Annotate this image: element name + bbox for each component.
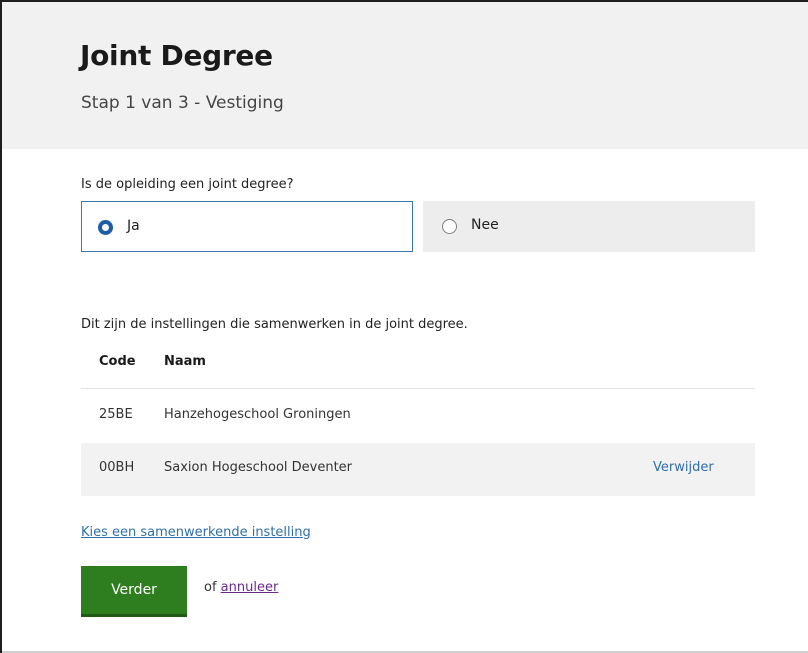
table-row: 00BH Saxion Hogeschool Deventer Verwijde… <box>81 443 755 496</box>
cancel-link[interactable]: annuleer <box>221 580 279 595</box>
institutions-description: Dit zijn de instellingen die samenwerken… <box>81 317 468 332</box>
radio-unselected-icon[interactable] <box>442 219 457 234</box>
radio-option-nee[interactable]: Nee <box>423 201 755 252</box>
or-text: of <box>204 580 217 595</box>
column-header-naam: Naam <box>164 354 206 369</box>
radio-label-nee: Nee <box>471 217 499 233</box>
next-button[interactable]: Verder <box>81 566 187 614</box>
institution-name: Saxion Hogeschool Deventer <box>164 460 353 475</box>
institution-code: 25BE <box>99 407 133 422</box>
radio-label-ja: Ja <box>127 218 140 234</box>
page-header: Joint Degree Stap 1 van 3 - Vestiging <box>2 2 808 149</box>
remove-institution-link[interactable]: Verwijder <box>653 460 714 475</box>
page-title: Joint Degree <box>80 39 273 72</box>
step-indicator: Stap 1 van 3 - Vestiging <box>81 93 284 113</box>
column-header-code: Code <box>99 354 136 369</box>
radio-option-ja[interactable]: Ja <box>81 201 413 252</box>
table-header: Code Naam <box>81 338 755 389</box>
radio-selected-icon[interactable] <box>98 220 113 235</box>
cancel-group: of annuleer <box>204 580 278 595</box>
table-row: 25BE Hanzehogeschool Groningen <box>81 390 755 443</box>
institution-name: Hanzehogeschool Groningen <box>164 407 351 422</box>
institution-code: 00BH <box>99 460 135 475</box>
choose-institution-link[interactable]: Kies een samenwerkende instelling <box>81 525 311 540</box>
joint-degree-question: Is de opleiding een joint degree? <box>81 177 294 192</box>
page-frame: Joint Degree Stap 1 van 3 - Vestiging Is… <box>0 0 808 653</box>
